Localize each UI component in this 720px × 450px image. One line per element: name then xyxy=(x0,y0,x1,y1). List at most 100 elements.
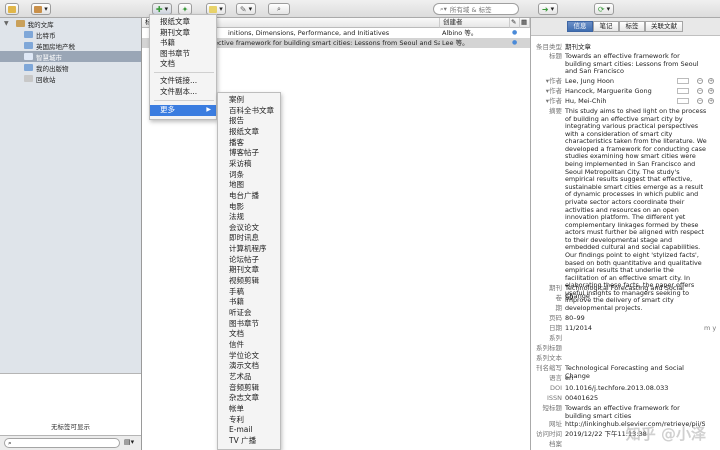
tab-info[interactable]: 信息 xyxy=(567,21,593,32)
submenu-item[interactable]: 电影 xyxy=(218,202,280,213)
pages-field[interactable]: 80–99 xyxy=(565,314,705,323)
submenu-item[interactable]: 艺术品 xyxy=(218,372,280,383)
submenu-item[interactable]: 报纸文章 xyxy=(218,127,280,138)
submenu-item[interactable]: 电台广播 xyxy=(218,191,280,202)
doi-field[interactable]: 10.1016/j.techfore.2013.08.033 xyxy=(565,384,705,393)
add-author-button[interactable]: + xyxy=(708,77,714,85)
submenu-item[interactable]: 杂志文章 xyxy=(218,393,280,404)
add-author-button[interactable]: + xyxy=(708,97,714,105)
tab-notes[interactable]: 笔记 xyxy=(593,21,619,32)
new-library-button[interactable]: ▾ xyxy=(31,3,51,15)
submenu-item[interactable]: 百科全书文章 xyxy=(218,106,280,117)
submenu-item[interactable]: 图书章节 xyxy=(218,319,280,330)
field-label: 系列文本 xyxy=(536,354,562,362)
search-input[interactable]: ⌕▾ 所有域 & 标签 xyxy=(433,3,519,15)
field-label: 摘要 xyxy=(549,107,562,115)
author-field[interactable]: Hu, Mei-Chih xyxy=(565,97,677,106)
short-title-field[interactable]: Towards an effective framework for build… xyxy=(565,404,705,420)
menu-item[interactable]: 期刊文章 xyxy=(150,28,216,39)
search-placeholder: 所有域 & 标签 xyxy=(449,6,492,14)
collection-item[interactable]: 我的出版物 xyxy=(0,62,141,73)
menu-item[interactable]: 文件副本... xyxy=(150,87,216,98)
add-attachment-button[interactable]: ✎ ▾ xyxy=(236,3,256,15)
submenu-item[interactable]: 法规 xyxy=(218,212,280,223)
row-creator: Lee 等。 xyxy=(442,39,469,47)
issn-field[interactable]: 00401625 xyxy=(565,394,705,403)
tag-filter-input[interactable]: ⌕ xyxy=(4,438,120,448)
menu-item[interactable]: 报纸文章 xyxy=(150,17,216,28)
attachment-icon[interactable]: ● xyxy=(512,28,517,38)
menu-item[interactable]: 文档 xyxy=(150,59,216,70)
remove-author-button[interactable]: − xyxy=(697,87,703,95)
item-type-select[interactable]: 期刊文章 xyxy=(565,43,705,52)
attachment-icon[interactable]: ● xyxy=(512,38,517,48)
submenu-item[interactable]: 帐单 xyxy=(218,404,280,415)
tag-actions-button[interactable]: ▤▾ xyxy=(124,438,138,448)
volume-field[interactable]: 89 xyxy=(565,294,705,303)
submenu-item[interactable]: 播客 xyxy=(218,138,280,149)
locate-button[interactable]: ➜ ▾ xyxy=(538,3,558,15)
paperclip-icon: ✎ xyxy=(511,18,517,26)
author-field[interactable]: Hancock, Marguerite Gong xyxy=(565,87,677,96)
submenu-item[interactable]: 书籍 xyxy=(218,297,280,308)
field-label: 条目类型 xyxy=(536,43,562,51)
add-author-button[interactable]: + xyxy=(708,87,714,95)
submenu-item[interactable]: E-mail xyxy=(218,425,280,436)
submenu-item[interactable]: 博客帖子 xyxy=(218,148,280,159)
submenu-item[interactable]: 报告 xyxy=(218,116,280,127)
remove-author-button[interactable]: − xyxy=(697,97,703,105)
library-icon xyxy=(34,5,43,13)
collection-library[interactable]: ▼ 我的文库 xyxy=(0,18,141,29)
submenu-item[interactable]: 计算机程序 xyxy=(218,244,280,255)
magnifier-icon: ⌕ xyxy=(277,4,281,13)
submenu-item[interactable]: 信件 xyxy=(218,340,280,351)
submenu-item[interactable]: 地图 xyxy=(218,180,280,191)
submenu-item[interactable]: 文档 xyxy=(218,329,280,340)
submenu-item[interactable]: 采访稿 xyxy=(218,159,280,170)
menu-item[interactable]: 书籍 xyxy=(150,38,216,49)
submenu-item[interactable]: 听证会 xyxy=(218,308,280,319)
sync-icon: ⟳ xyxy=(597,4,605,14)
submenu-item[interactable]: 专利 xyxy=(218,415,280,426)
collection-trash[interactable]: 回收站 xyxy=(0,73,141,84)
disclosure-triangle-icon[interactable]: ▼ xyxy=(4,20,9,27)
date-field[interactable]: 11/2014 xyxy=(565,324,705,333)
submenu-item[interactable]: 会议论文 xyxy=(218,223,280,234)
submenu-item[interactable]: 演示文档 xyxy=(218,361,280,372)
column-picker-button[interactable]: ▦ xyxy=(520,18,530,28)
submenu-item[interactable]: 即时讯息 xyxy=(218,233,280,244)
sync-button[interactable]: ⟳ ▾ xyxy=(594,3,614,15)
collection-item-selected[interactable]: 智慧城市 xyxy=(0,51,141,62)
submenu-item[interactable]: 词条 xyxy=(218,170,280,181)
arrow-right-icon: ➜ xyxy=(541,4,549,14)
name-mode-toggle[interactable] xyxy=(677,98,689,104)
column-header-attachments[interactable]: ✎ xyxy=(510,18,520,28)
submenu-item[interactable]: 学位论文 xyxy=(218,351,280,362)
name-mode-toggle[interactable] xyxy=(677,88,689,94)
author-field[interactable]: Lee, Jung Hoon xyxy=(565,77,677,86)
remove-author-button[interactable]: − xyxy=(697,77,703,85)
tab-related[interactable]: 关联文献 xyxy=(645,21,683,32)
field-label: ▾作者 xyxy=(546,77,562,86)
menu-item[interactable]: 文件链接... xyxy=(150,76,216,87)
name-mode-toggle[interactable] xyxy=(677,78,689,84)
submenu-item[interactable]: 论坛帖子 xyxy=(218,255,280,266)
menu-item[interactable]: 图书章节 xyxy=(150,49,216,60)
submenu-item[interactable]: TV 广播 xyxy=(218,436,280,447)
language-field[interactable]: en xyxy=(565,374,705,383)
collection-item[interactable]: 英国房地产税 xyxy=(0,40,141,51)
collection-item[interactable]: 比特币 xyxy=(0,29,141,40)
advanced-search-button[interactable]: ⌕ xyxy=(268,3,290,15)
title-field[interactable]: Towards an effective framework for build… xyxy=(565,52,705,76)
submenu-item[interactable]: 案例 xyxy=(218,95,280,106)
submenu-item[interactable]: 期刊文章 xyxy=(218,265,280,276)
submenu-item[interactable]: 视频剪辑 xyxy=(218,276,280,287)
column-header-creator[interactable]: 创建者 xyxy=(440,18,510,28)
submenu-item[interactable]: 音频剪辑 xyxy=(218,383,280,394)
field-label: 系列 xyxy=(549,334,562,342)
tab-tags[interactable]: 标签 xyxy=(619,21,645,32)
menu-item-more[interactable]: 更多 ▶ xyxy=(150,105,216,116)
submenu-item[interactable]: 手稿 xyxy=(218,287,280,298)
abstract-field[interactable]: This study aims to shed light on the pro… xyxy=(565,107,707,313)
new-collection-button[interactable] xyxy=(5,3,19,15)
